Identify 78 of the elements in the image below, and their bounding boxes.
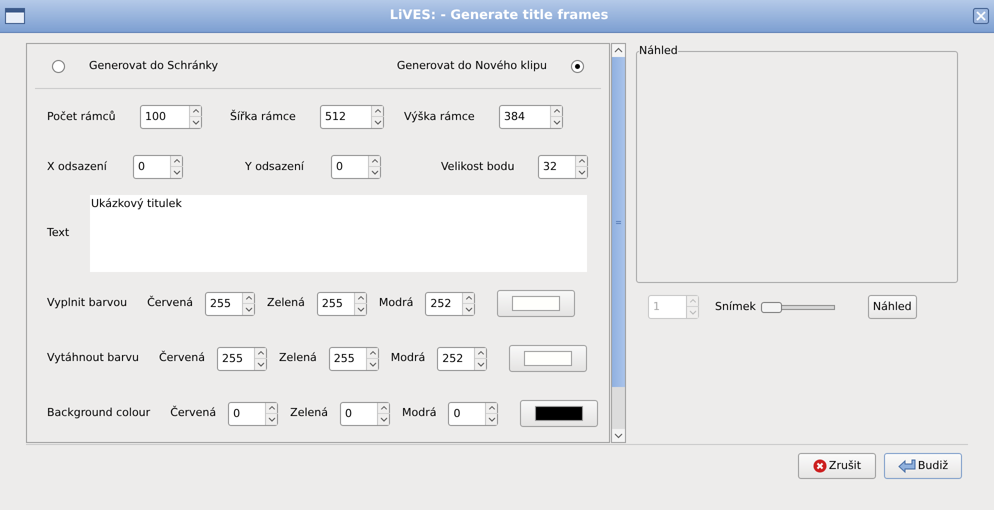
cancel-button[interactable]: Zrušit bbox=[798, 453, 876, 479]
colour-label: Vyplnit barvou bbox=[47, 295, 128, 312]
channel-label: Modrá bbox=[378, 295, 414, 312]
channel-label: Zelená bbox=[278, 350, 317, 366]
close-icon[interactable] bbox=[973, 8, 989, 24]
slider-label: Snímek bbox=[715, 298, 756, 315]
field-label: X odsazení bbox=[47, 158, 108, 175]
spin-field[interactable]: 252 bbox=[425, 292, 476, 316]
slider-thumb[interactable] bbox=[760, 302, 782, 312]
field-label: Počet rámců bbox=[47, 108, 117, 125]
up-arrow-icon[interactable] bbox=[171, 156, 183, 167]
spin-value: 255 bbox=[209, 296, 232, 312]
return-arrow-icon bbox=[898, 459, 916, 473]
spin-field[interactable]: 255 bbox=[205, 292, 256, 316]
colour-swatch-button[interactable] bbox=[497, 290, 576, 317]
text-label: Text bbox=[47, 225, 70, 242]
spin-value: 32 bbox=[542, 159, 558, 175]
spin-field[interactable]: 255 bbox=[316, 292, 367, 316]
spin-field[interactable]: 384 bbox=[499, 105, 563, 129]
radio-button[interactable] bbox=[571, 60, 584, 72]
spin-value: 1 bbox=[652, 299, 661, 315]
radio-label[interactable]: Generovat do Nového klipu bbox=[396, 58, 547, 74]
spin-field[interactable]: 100 bbox=[140, 105, 202, 129]
scrollbar[interactable] bbox=[611, 43, 626, 443]
ok-button[interactable]: Budiž bbox=[884, 453, 962, 479]
spin-value: 255 bbox=[332, 350, 356, 366]
channel-label: Červená bbox=[170, 405, 216, 422]
channel-label: Zelená bbox=[267, 295, 305, 312]
scroll-down-icon[interactable] bbox=[612, 429, 625, 442]
channel-label: Zelená bbox=[290, 405, 328, 422]
spin-field[interactable]: 0 bbox=[133, 155, 183, 179]
colour-label: Background colour bbox=[47, 405, 150, 422]
scroll-thumb[interactable] bbox=[612, 57, 625, 387]
spin-field[interactable]: 255 bbox=[328, 346, 379, 370]
channel-label: Červená bbox=[147, 295, 194, 312]
spin-field[interactable]: 512 bbox=[320, 105, 384, 129]
field-label: Výška rámce bbox=[404, 108, 476, 125]
cancel-icon bbox=[812, 459, 827, 473]
spin-value: 100 bbox=[144, 109, 167, 125]
up-arrow-icon[interactable] bbox=[190, 106, 202, 117]
up-arrow-icon[interactable] bbox=[372, 106, 384, 117]
spin-value: 0 bbox=[232, 406, 242, 422]
spin-field[interactable]: 0 bbox=[340, 402, 390, 426]
spin-value: 512 bbox=[324, 109, 347, 125]
scroll-up-icon[interactable] bbox=[612, 44, 625, 57]
up-arrow-icon[interactable] bbox=[551, 106, 563, 117]
colour-label: Vytáhnout barvu bbox=[47, 350, 139, 366]
spin-field[interactable]: 255 bbox=[216, 346, 267, 370]
spin-value: 0 bbox=[335, 159, 344, 175]
channel-label: Modrá bbox=[390, 350, 426, 366]
radio-button[interactable] bbox=[52, 60, 65, 72]
preview-button[interactable]: Náhled bbox=[868, 295, 917, 319]
spin-value: 0 bbox=[344, 406, 353, 422]
spin-field[interactable]: 0 bbox=[448, 402, 498, 426]
channel-label: Červená bbox=[158, 350, 205, 366]
spin-value: 252 bbox=[429, 296, 452, 312]
spin-value: 0 bbox=[452, 406, 462, 422]
field-label: Velikost bodu bbox=[441, 158, 516, 175]
field-label: Šířka rámce bbox=[230, 108, 297, 125]
colour-swatch-button[interactable] bbox=[520, 400, 598, 427]
spin-value: 255 bbox=[220, 350, 244, 366]
up-arrow-icon[interactable] bbox=[369, 156, 381, 167]
radio-label[interactable]: Generovat do Schránky bbox=[89, 58, 218, 74]
up-arrow-icon[interactable] bbox=[576, 156, 588, 167]
window-title: LiVES: - Generate title frames bbox=[388, 7, 610, 26]
spin-field[interactable]: 32 bbox=[538, 155, 588, 179]
colour-swatch-button[interactable] bbox=[509, 345, 588, 372]
channel-label: Modrá bbox=[402, 405, 436, 422]
spin-value: 252 bbox=[441, 350, 464, 366]
field-label: Y odsazení bbox=[245, 158, 305, 175]
spin-value: 384 bbox=[503, 109, 526, 125]
window-menu-icon[interactable] bbox=[5, 8, 25, 24]
text-area[interactable]: Ukázkový titulek bbox=[90, 195, 587, 272]
spin-field[interactable]: 0 bbox=[228, 402, 278, 426]
spin-field[interactable]: 0 bbox=[331, 155, 381, 179]
spin-field[interactable]: 252 bbox=[437, 346, 488, 370]
spin-value: 255 bbox=[320, 296, 344, 312]
spin-value: 0 bbox=[137, 159, 146, 175]
